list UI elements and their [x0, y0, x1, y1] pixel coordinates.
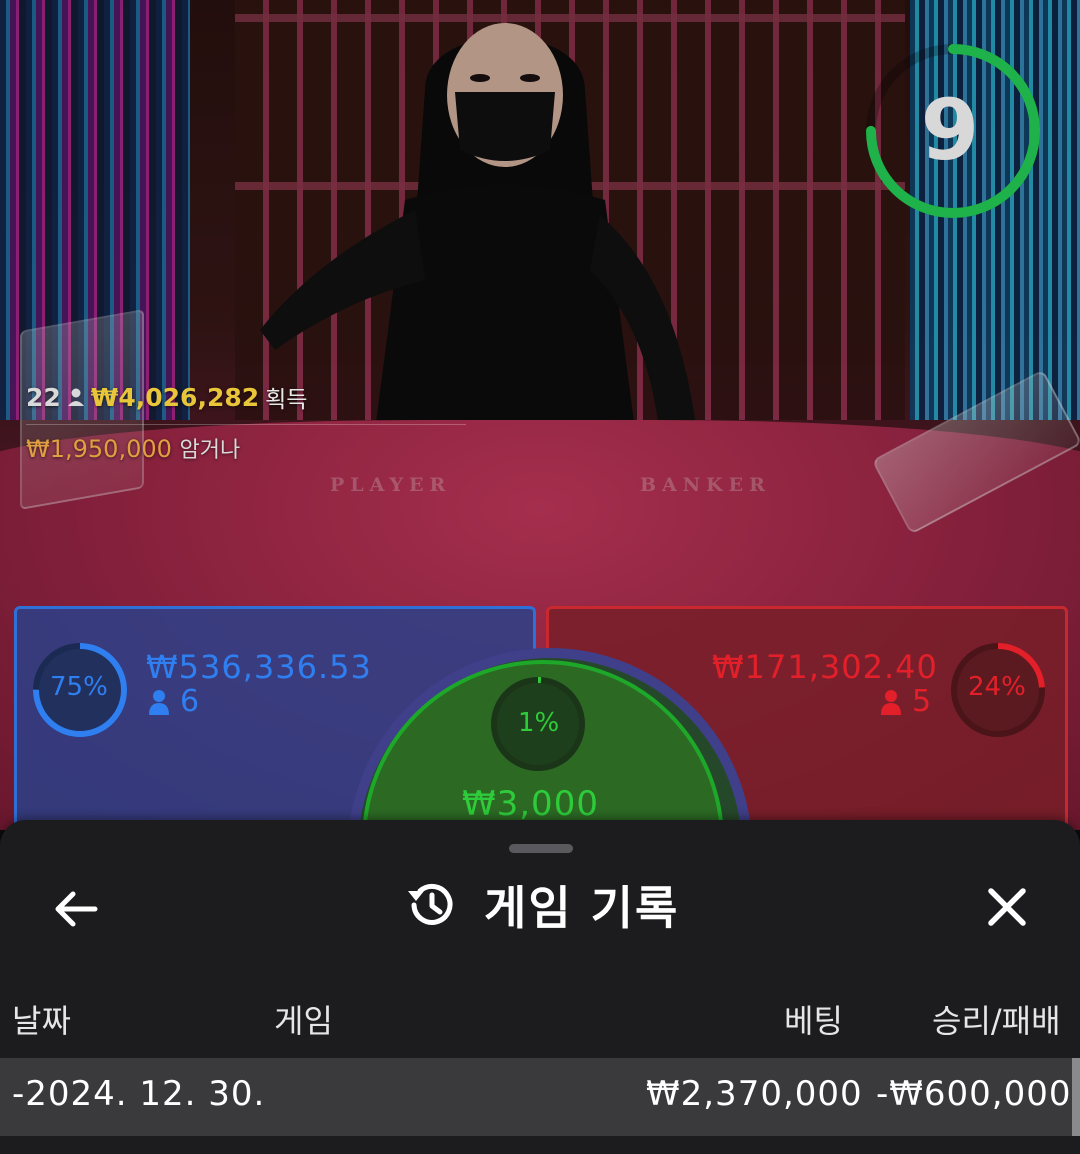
column-header-result: 승리/패배 [932, 1002, 1061, 1040]
history-scrollbar[interactable] [1072, 1058, 1080, 1136]
total-bet-label: 암거나 [179, 438, 241, 463]
row-result: -₩600,000 [876, 1074, 1072, 1114]
row-bet: ₩2,370,000 [646, 1074, 863, 1114]
player-bettor-count: 6 [148, 684, 199, 719]
total-bet-summary: ₩1,950,000 암거나 [26, 432, 240, 464]
tie-percent: 1% [518, 708, 560, 738]
player-bettor-count-value: 6 [180, 684, 200, 719]
won-label: 획득 [265, 387, 308, 413]
column-header-game: 게임 [274, 1002, 333, 1040]
column-header-bet: 베팅 [784, 1002, 843, 1040]
winners-summary: 22 ₩4,026,282 획득 [26, 380, 307, 414]
row-date: -2024. 12. 30. [12, 1074, 266, 1114]
column-header-date: 날짜 [12, 1002, 71, 1040]
close-icon [988, 888, 1026, 926]
sheet-title-text: 게임 기록 [484, 881, 680, 935]
winner-count: 22 [26, 382, 61, 412]
banker-bettor-count-value: 5 [912, 684, 932, 719]
countdown-value: 9 [920, 81, 980, 179]
total-bet-amount: ₩1,950,000 [26, 435, 172, 463]
back-button[interactable] [44, 878, 106, 940]
player-bet-amount: ₩536,336.53 [146, 648, 372, 686]
banker-bettor-count: 5 [880, 684, 931, 719]
arrow-left-icon [55, 891, 98, 927]
history-icon [408, 883, 453, 925]
close-button[interactable] [976, 876, 1038, 938]
person-icon [881, 689, 901, 715]
tie-bet-amount: ₩3,000 [462, 784, 599, 824]
person-icon [67, 388, 84, 406]
won-amount: ₩4,026,282 [90, 382, 260, 412]
person-icon [149, 689, 169, 715]
sheet-title: 게임 기록 [404, 870, 679, 940]
banker-bet-amount: ₩171,302.40 [712, 648, 938, 686]
stats-divider [26, 424, 466, 425]
sheet-drag-handle[interactable] [509, 844, 573, 853]
player-percent: 75% [50, 672, 108, 702]
banker-percent: 24% [968, 672, 1026, 702]
